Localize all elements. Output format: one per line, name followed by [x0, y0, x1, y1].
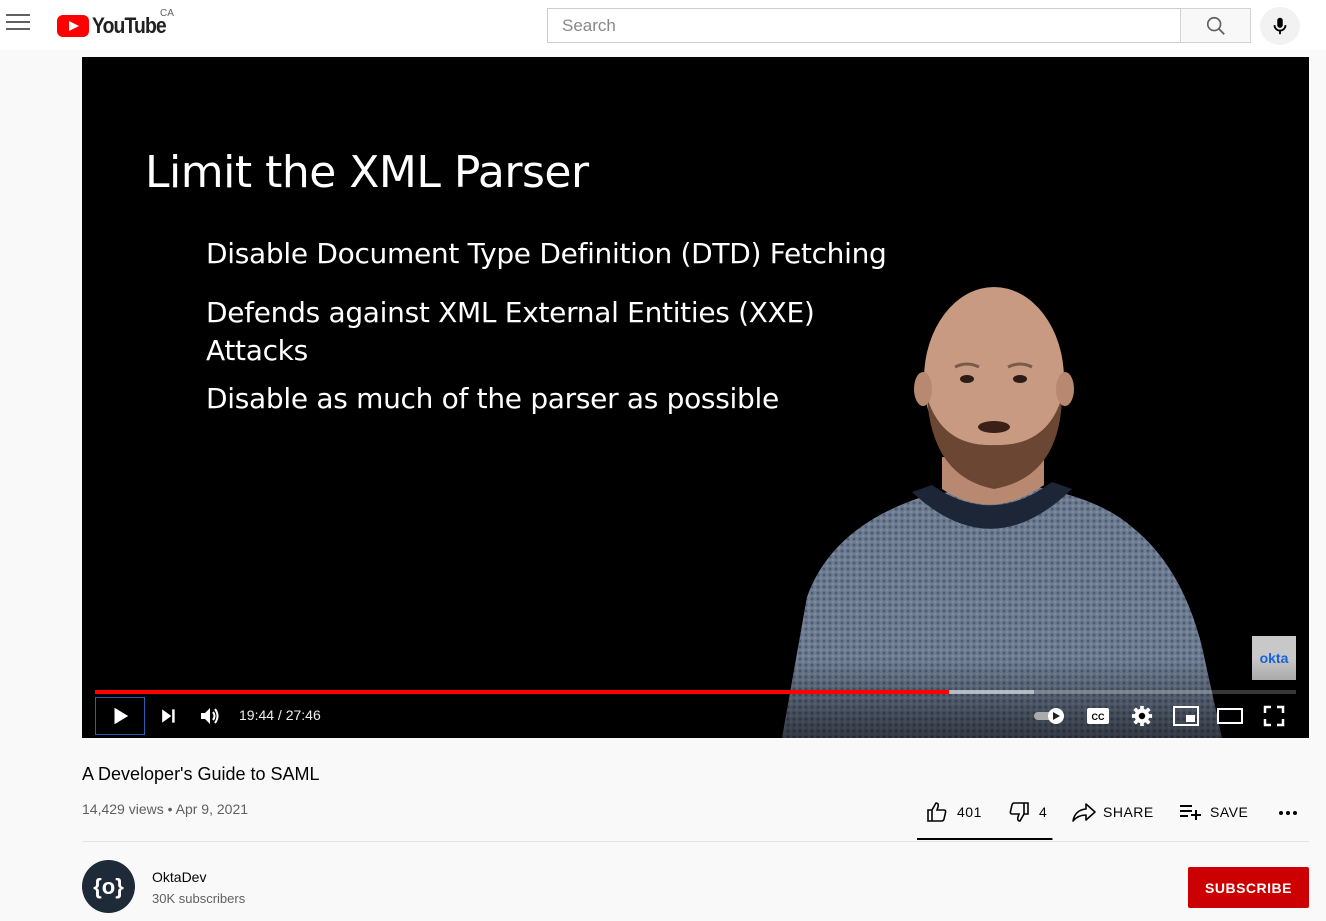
channel-name[interactable]: OktaDev: [152, 869, 206, 885]
svg-text:CC: CC: [1092, 712, 1105, 722]
sentiment-bar: [917, 838, 1053, 840]
channel-avatar[interactable]: {o}: [82, 860, 135, 913]
progress-played: [95, 690, 949, 694]
next-icon: [162, 709, 175, 723]
save-label: SAVE: [1210, 804, 1249, 820]
more-actions-button[interactable]: [1276, 800, 1300, 824]
subscribe-button[interactable]: SUBSCRIBE: [1188, 867, 1309, 908]
dislike-button[interactable]: 4: [1007, 800, 1047, 824]
settings-icon: [1131, 705, 1153, 727]
autoplay-toggle[interactable]: [1032, 697, 1068, 735]
search-input[interactable]: Search: [547, 8, 1181, 43]
menu-icon[interactable]: [6, 14, 30, 34]
youtube-logo[interactable]: YouTube: [57, 13, 176, 39]
autoplay-toggle-icon: [1034, 708, 1064, 724]
masthead: YouTube CA Search: [0, 0, 1326, 50]
share-label: SHARE: [1103, 804, 1154, 820]
country-code: CA: [160, 8, 174, 19]
save-button[interactable]: SAVE: [1178, 800, 1248, 824]
search-button[interactable]: [1180, 8, 1251, 43]
video-player[interactable]: Limit the XML Parser Disable Document Ty…: [82, 57, 1309, 738]
share-icon: [1072, 803, 1096, 822]
fullscreen-icon: [1263, 705, 1285, 727]
slide-bullet: Attacks: [206, 334, 308, 367]
share-button[interactable]: SHARE: [1071, 800, 1154, 824]
like-count: 401: [957, 804, 982, 820]
like-button[interactable]: 401: [925, 800, 982, 824]
subscriber-count: 30K subscribers: [152, 891, 246, 906]
youtube-play-logo-icon: [57, 15, 89, 37]
theater-icon: [1217, 708, 1243, 724]
volume-icon: [201, 708, 219, 724]
slide-title: Limit the XML Parser: [145, 147, 589, 198]
search-icon: [1206, 16, 1225, 35]
fullscreen-button[interactable]: [1258, 697, 1290, 735]
miniplayer-icon: [1173, 706, 1199, 726]
settings-button[interactable]: [1126, 697, 1158, 735]
theater-mode-button[interactable]: [1214, 697, 1246, 735]
volume-button[interactable]: [194, 697, 226, 735]
slide-bullet: Defends against XML External Entities (X…: [206, 296, 815, 329]
thumbs-up-icon: [927, 802, 947, 822]
voice-search-button[interactable]: [1260, 7, 1300, 45]
play-icon: [114, 707, 129, 725]
progress-bar[interactable]: [95, 690, 1296, 694]
video-meta: 14,429 views • Apr 9, 2021: [82, 801, 249, 817]
microphone-icon: [1273, 17, 1287, 35]
controls-gradient: [82, 658, 1309, 738]
miniplayer-button[interactable]: [1170, 697, 1202, 735]
thumbs-down-icon: [1009, 802, 1029, 822]
playlist-add-icon: [1180, 805, 1201, 820]
play-button[interactable]: [95, 697, 145, 735]
slide-bullet: Disable as much of the parser as possibl…: [206, 382, 779, 415]
captions-icon: CC: [1087, 708, 1109, 724]
time-display: 19:44 / 27:46: [239, 707, 321, 723]
logo-text: YouTube: [92, 13, 167, 38]
dislike-count: 4: [1039, 804, 1048, 820]
captions-button[interactable]: CC: [1082, 697, 1114, 735]
more-horizontal-icon: [1279, 811, 1297, 815]
sentiment-fill: [917, 838, 1052, 840]
video-title: A Developer's Guide to SAML: [82, 764, 320, 784]
divider: [82, 841, 1309, 842]
next-button[interactable]: [152, 697, 184, 735]
